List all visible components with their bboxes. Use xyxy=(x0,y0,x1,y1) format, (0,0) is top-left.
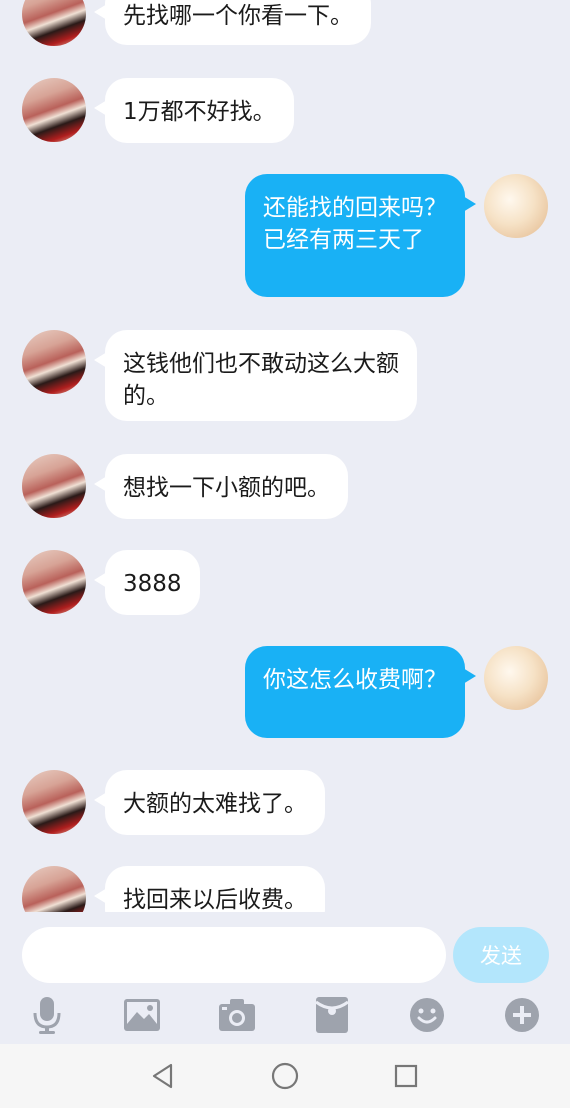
message-input[interactable] xyxy=(22,927,446,983)
contact-avatar[interactable] xyxy=(22,330,86,394)
incoming-message-bubble[interactable]: 想找一下小额的吧。 xyxy=(94,454,348,519)
outgoing-message-bubble[interactable]: 你这怎么收费啊？ xyxy=(245,646,476,738)
send-button[interactable]: 发送 xyxy=(453,927,549,983)
message-composer: 发送 xyxy=(0,912,570,1044)
contact-avatar[interactable] xyxy=(22,770,86,834)
plus-icon[interactable] xyxy=(499,992,545,1038)
contact-avatar[interactable] xyxy=(22,78,86,142)
system-navigation-bar xyxy=(0,1044,570,1108)
back-icon[interactable] xyxy=(145,1058,181,1094)
chat-message-list[interactable]: 先找哪一个你看一下。 1万都不好找。 还能找的回来吗？ 已经有两三天了 这钱他们… xyxy=(0,0,570,912)
incoming-message-bubble[interactable]: 先找哪一个你看一下。 xyxy=(94,0,371,45)
my-avatar[interactable] xyxy=(484,174,548,238)
contact-avatar[interactable] xyxy=(22,0,86,46)
contact-avatar[interactable] xyxy=(22,866,86,912)
my-avatar[interactable] xyxy=(484,646,548,710)
contact-avatar[interactable] xyxy=(22,550,86,614)
contact-avatar[interactable] xyxy=(22,454,86,518)
camera-icon[interactable] xyxy=(214,992,260,1038)
home-icon[interactable] xyxy=(267,1058,303,1094)
outgoing-message-bubble[interactable]: 还能找的回来吗？ 已经有两三天了 xyxy=(245,174,476,297)
incoming-message-bubble[interactable]: 这钱他们也不敢动这么大额 的。 xyxy=(94,330,417,421)
image-icon[interactable] xyxy=(119,992,165,1038)
emoji-icon[interactable] xyxy=(404,992,450,1038)
recents-icon[interactable] xyxy=(388,1058,424,1094)
incoming-message-bubble[interactable]: 找回来以后收费。 xyxy=(94,866,325,912)
microphone-icon[interactable] xyxy=(24,992,70,1038)
incoming-message-bubble[interactable]: 1万都不好找。 xyxy=(94,78,294,143)
incoming-message-bubble[interactable]: 大额的太难找了。 xyxy=(94,770,325,835)
incoming-message-bubble[interactable]: 3888 xyxy=(94,550,200,615)
red-packet-icon[interactable] xyxy=(309,992,355,1038)
composer-toolbar xyxy=(0,992,570,1042)
